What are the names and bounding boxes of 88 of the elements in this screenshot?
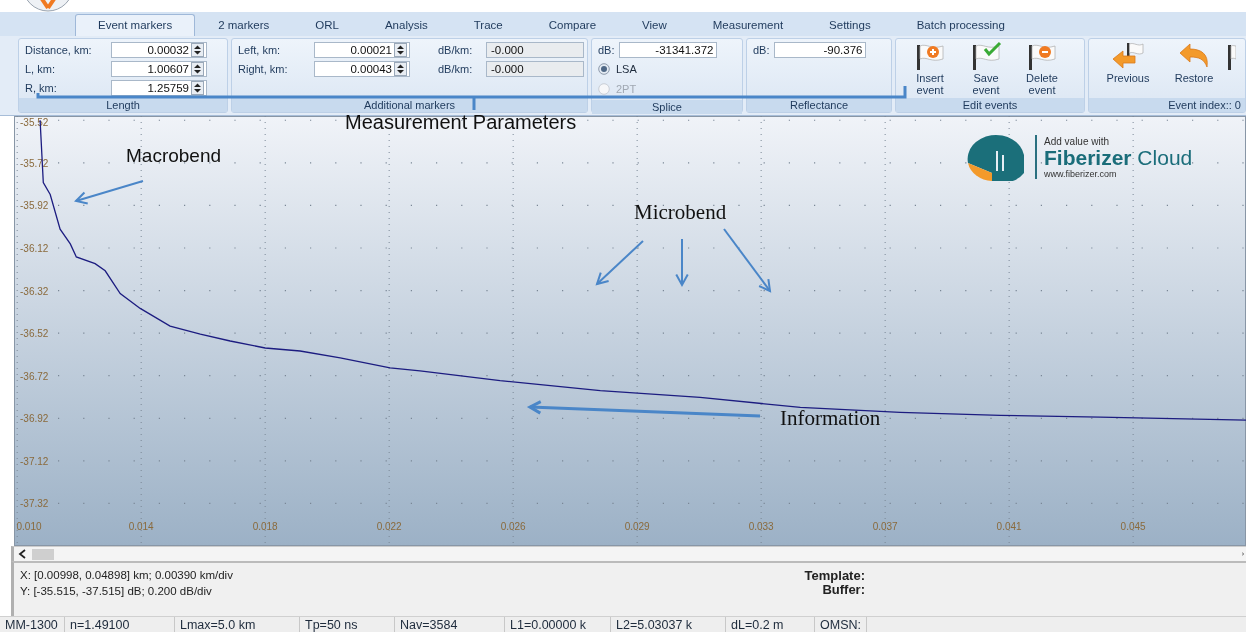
ribbon-tab[interactable]: Settings [806,14,894,36]
axis-label: 0.033 [748,521,774,532]
group-label: Splice [592,100,742,114]
number-field[interactable]: 1.25759 [111,79,207,96]
axis-label: -36.52 [20,328,49,340]
ribbon-tab[interactable]: Event markers [75,14,196,36]
axis-label: 0.022 [376,521,402,532]
status-field: Nav=3584 [395,617,505,632]
logo-tagline: Add value with [1044,135,1111,147]
ribbon-tab[interactable]: Batch processing [893,14,1028,36]
text-field[interactable]: -90.376 [773,41,866,58]
axis-label: 0.037 [872,521,898,532]
status-field: MM-1300 [0,617,65,632]
status-field: OMSN: [815,617,867,632]
option-label: LSA [616,63,637,75]
field-label: L, km: [25,62,56,75]
toolbar-button[interactable]: Previous [1095,41,1161,96]
arrow [74,180,144,205]
radio-button[interactable] [598,63,610,75]
arrow [595,240,644,286]
annotation-label: Measurement Parameters [345,110,577,134]
axis-label: 0.041 [996,521,1022,532]
number-field[interactable]: 0.00021 [314,41,410,58]
arrow [723,228,772,293]
number-field[interactable]: 1.00607 [111,60,207,77]
toolbar-button[interactable]: Delete event [1014,41,1070,96]
axis-label: 0.026 [500,521,526,532]
ribbon-tab[interactable]: Compare [525,14,620,36]
number-field[interactable]: 0.00043 [314,60,410,77]
annotation-label: Information [780,406,881,430]
axis-label: -37.12 [20,455,49,467]
field-label: Left, km: [238,43,282,56]
axis-label: 0.029 [624,521,650,532]
annotation-label: Macrobend [126,144,222,168]
axis-label: -37.32 [20,498,49,510]
group-label: Edit events [896,98,1084,112]
ribbon-tab[interactable]: 2 markers [195,14,293,36]
spinner-icon[interactable] [191,42,204,57]
toolbar-button[interactable]: Insert event [902,41,958,96]
spinner-icon[interactable] [394,42,407,57]
annotation-label: Microbend [634,200,727,224]
ribbon-tab[interactable]: View [619,14,690,36]
axis-label: 0.010 [16,521,42,532]
axis-label: 0.018 [252,521,278,532]
spinner-icon[interactable] [191,61,204,76]
status-field: Lmax=5.0 km [175,617,300,632]
axis-label: -35.92 [20,200,49,212]
template-label: Template: [804,569,865,583]
field-label: dB: [753,43,770,56]
spinner-icon[interactable] [394,61,407,76]
axis-label: 0.014 [128,521,154,532]
ribbon-tab[interactable]: Trace [450,14,526,36]
group-label: Event index:: 0 [1089,98,1245,112]
buffer-label: Buffer: [822,583,865,597]
status-field: dL=0.2 m [726,617,815,632]
y-range-text: Y: [-35.515, -37.515] dB; 0.200 dB/div [20,585,213,597]
status-field: L2=5.03037 k [611,617,726,632]
field-label: Distance, km: [25,43,93,56]
arrow [675,238,689,288]
axis-label: -36.72 [20,370,49,382]
scroll-left-icon[interactable] [18,549,28,559]
axis-label: -36.92 [20,413,49,425]
spinner-icon[interactable] [191,80,204,95]
axis-label: -36.32 [20,285,49,297]
field-label: dB/km: [438,62,474,75]
scrollbar-thumb[interactable] [32,548,54,560]
ribbon-tab[interactable]: ORL [292,14,362,36]
status-field: L1=0.00000 k [505,617,611,632]
axis-label: 0.045 [1120,521,1146,532]
flag-arrow-icon [1111,41,1145,71]
axis-label: -36.12 [20,243,49,254]
option-label: 2PT [616,83,637,95]
logo-name: Fiberizer Cloud [1044,146,1193,169]
text-field[interactable]: -31341.372 [618,41,717,58]
ribbon-tab[interactable]: Measurement [689,14,807,36]
status-field: n=1.49100 [65,617,175,632]
field-label: R, km: [25,81,58,94]
logo-url: www.fiberizer.com [1044,168,1118,179]
field-label: dB: [598,43,615,56]
ribbon-tab[interactable]: Analysis [361,14,451,36]
status-field: Tp=50 ns [300,617,395,632]
field-label: Right, km: [238,62,289,75]
toolbar-button[interactable]: Save event [958,41,1014,96]
field-label: dB/km: [438,43,474,56]
scroll-right-icon[interactable] [1242,549,1246,559]
x-range-text: X: [0.00998, 0.04898] km; 0.00390 km/div [20,569,234,581]
toolbar-button[interactable]: Restore [1161,41,1227,96]
number-field[interactable]: 0.00032 [111,41,207,58]
